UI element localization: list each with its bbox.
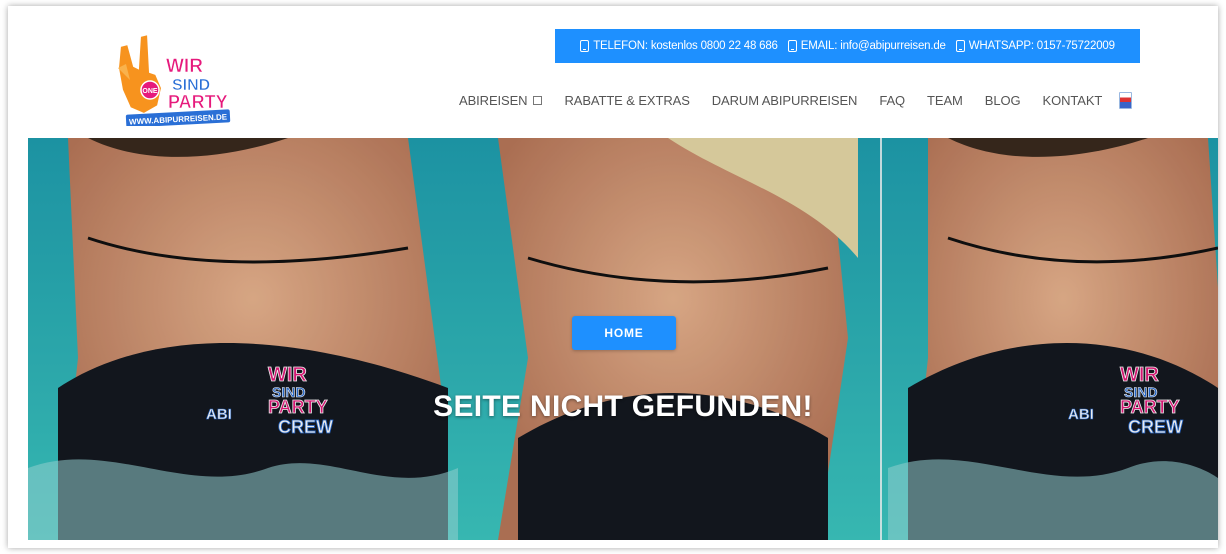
nav-item-label: KONTAKT [1042, 92, 1103, 108]
phone-icon [580, 40, 590, 52]
nav-item-label: RABATTE & EXTRAS [564, 92, 690, 108]
main-nav: ABIREISEN RABATTE & EXTRAS DARUM ABIPURR… [455, 88, 1133, 112]
nav-item-abireisen[interactable]: ABIREISEN [455, 93, 553, 108]
nav-item-label: TEAM [927, 92, 963, 108]
nav-item-faq[interactable]: FAQ [868, 93, 916, 108]
contact-email-text: EMAIL: info@abipurreisen.de [800, 40, 946, 52]
nav-item-darum-abipurreisen[interactable]: DARUM ABIPURREISEN [701, 93, 869, 108]
contact-email[interactable]: EMAIL: info@abipurreisen.de [787, 40, 946, 52]
email-icon [787, 40, 797, 52]
logo-badge: ONE [142, 88, 158, 95]
nav-item-label: ABIREISEN [459, 92, 528, 108]
logo-line3: PARTY [168, 92, 228, 112]
site-logo[interactable]: ONE WIR SIND PARTY WWW.ABIPURREISEN.DE [112, 28, 237, 128]
nav-item-rabatte-extras[interactable]: RABATTE & EXTRAS [553, 93, 700, 108]
contact-bar: TELEFON: kostenlos 0800 22 48 686 EMAIL:… [555, 29, 1140, 63]
logo-line1: WIR [166, 56, 203, 77]
nav-item-label: BLOG [984, 92, 1021, 108]
page-title: SEITE NICHT GEFUNDEN! [433, 390, 813, 423]
home-button[interactable]: HOME [572, 316, 676, 350]
contact-whatsapp[interactable]: WHATSAPP: 0157-75722009 [955, 40, 1115, 52]
nav-item-team[interactable]: TEAM [916, 93, 974, 108]
hero-banner: WIR SIND PARTY ABI CREW WIR SIND PARTY A… [28, 138, 1218, 540]
contact-whatsapp-text: WHATSAPP: 0157-75722009 [968, 40, 1115, 52]
nav-item-blog[interactable]: BLOG [974, 93, 1032, 108]
nav-item-label: FAQ [879, 92, 906, 108]
whatsapp-icon [955, 40, 965, 52]
nav-item-label: DARUM ABIPURREISEN [711, 92, 858, 108]
nav-item-kontakt[interactable]: KONTAKT [1032, 93, 1114, 108]
contact-phone[interactable]: TELEFON: kostenlos 0800 22 48 686 [580, 40, 778, 52]
logo-graphic: ONE WIR SIND PARTY WWW.ABIPURREISEN.DE [116, 32, 231, 128]
dropdown-icon [533, 95, 543, 105]
contact-phone-text: TELEFON: kostenlos 0800 22 48 686 [593, 40, 778, 52]
language-flag-icon[interactable] [1119, 91, 1133, 109]
